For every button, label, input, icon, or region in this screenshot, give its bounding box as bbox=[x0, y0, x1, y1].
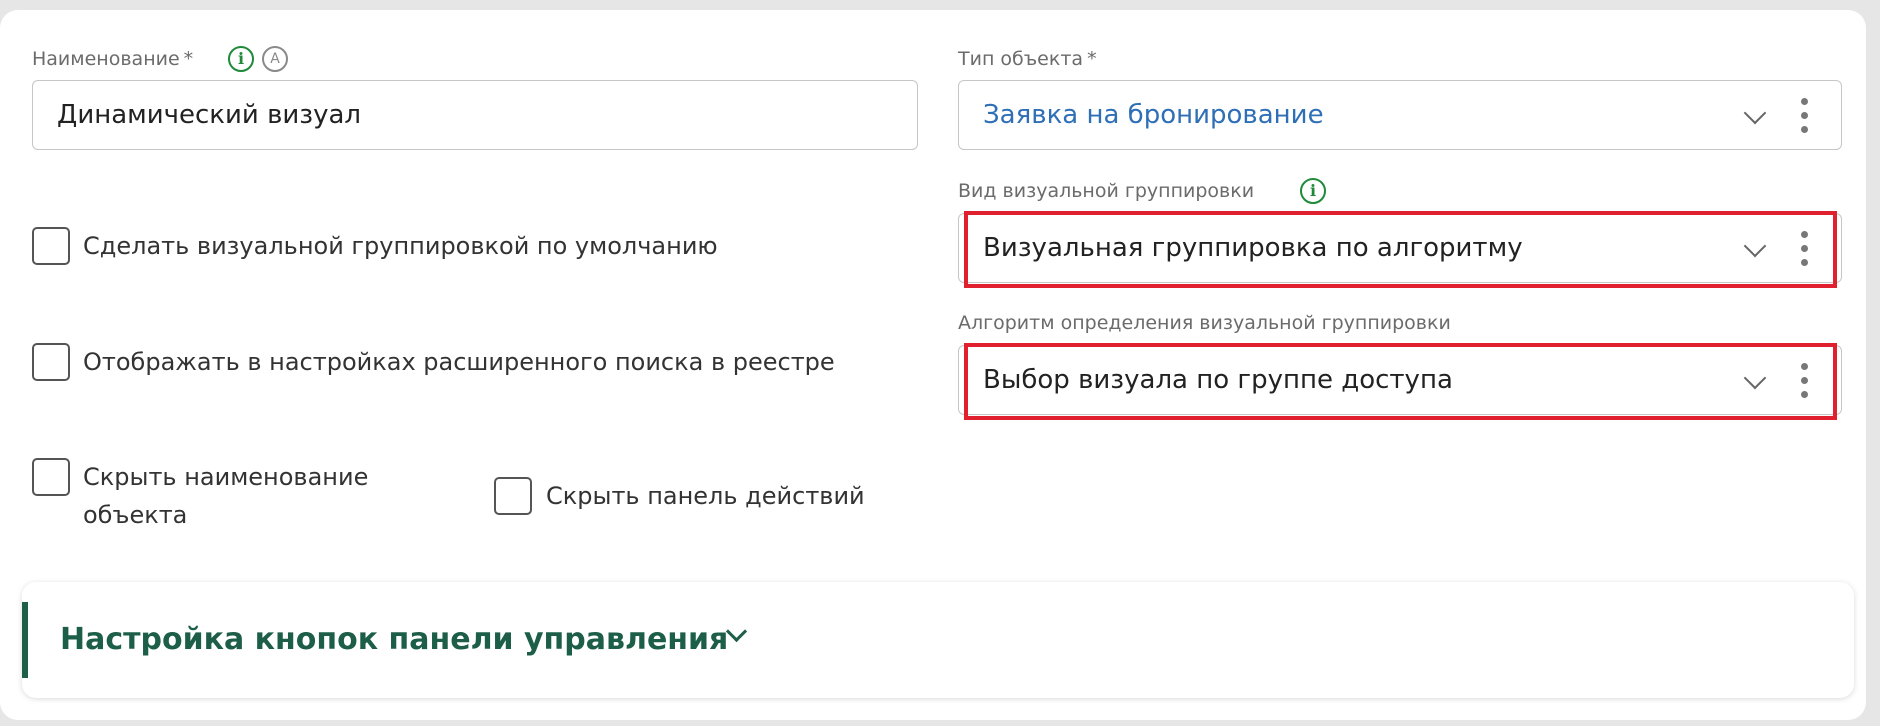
hide-action-panel-checkbox[interactable] bbox=[494, 477, 532, 515]
more-vertical-icon[interactable] bbox=[1801, 363, 1809, 399]
section-title[interactable]: Настройка кнопок панели управления bbox=[60, 582, 728, 698]
object-type-value[interactable]: Заявка на бронирование bbox=[983, 81, 1324, 149]
auto-translate-icon[interactable]: A bbox=[262, 46, 288, 72]
hide-object-name-label-line2[interactable]: объекта bbox=[83, 496, 187, 534]
more-vertical-icon[interactable] bbox=[1801, 231, 1809, 267]
chevron-down-icon[interactable] bbox=[1743, 101, 1767, 125]
hide-object-name-checkbox[interactable] bbox=[32, 458, 70, 496]
info-icon[interactable]: i bbox=[228, 46, 254, 72]
default-grouping-checkbox[interactable] bbox=[32, 227, 70, 265]
algorithm-select[interactable]: Выбор визуала по группе доступа bbox=[958, 345, 1842, 415]
advanced-search-label[interactable]: Отображать в настройках расширенного пои… bbox=[83, 343, 835, 381]
name-input-value: Динамический визуал bbox=[57, 100, 362, 130]
algorithm-label: Алгоритм определения визуальной группиро… bbox=[958, 312, 1451, 334]
toolbar-buttons-section[interactable]: Настройка кнопок панели управления bbox=[22, 582, 1854, 698]
object-type-select[interactable]: Заявка на бронирование bbox=[958, 80, 1842, 150]
grouping-kind-select[interactable]: Визуальная группировка по алгоритму bbox=[958, 213, 1842, 283]
name-input[interactable]: Динамический визуал bbox=[32, 80, 918, 150]
algorithm-value: Выбор визуала по группе доступа bbox=[983, 365, 1453, 395]
grouping-kind-value: Визуальная группировка по алгоритму bbox=[983, 233, 1523, 263]
more-vertical-icon[interactable] bbox=[1801, 98, 1809, 134]
hide-object-name-label[interactable]: Скрыть наименование bbox=[83, 458, 368, 496]
chevron-down-icon[interactable] bbox=[1743, 366, 1767, 390]
object-type-label: Тип объекта * bbox=[958, 48, 1097, 70]
advanced-search-checkbox[interactable] bbox=[32, 343, 70, 381]
name-label: Наименование * bbox=[32, 48, 194, 70]
chevron-down-icon[interactable] bbox=[725, 620, 748, 643]
form-panel: Наименование * i A Динамический визуал Ти… bbox=[0, 10, 1866, 720]
info-icon[interactable]: i bbox=[1300, 178, 1326, 204]
grouping-kind-label: Вид визуальной группировки bbox=[958, 180, 1255, 202]
chevron-down-icon[interactable] bbox=[1743, 234, 1767, 258]
default-grouping-label[interactable]: Сделать визуальной группировкой по умолч… bbox=[83, 227, 718, 265]
section-accent-bar bbox=[22, 602, 28, 678]
hide-action-panel-label[interactable]: Скрыть панель действий bbox=[546, 477, 865, 515]
